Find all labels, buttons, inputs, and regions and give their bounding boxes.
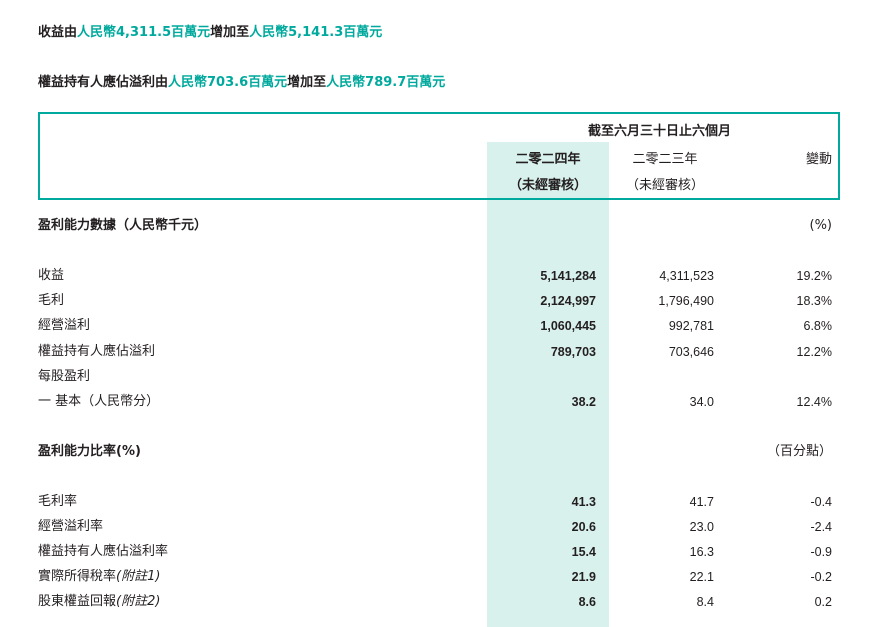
row-change: -0.2 bbox=[810, 570, 832, 584]
headline-text: 增加至 bbox=[210, 25, 250, 40]
row-label: 收益 bbox=[38, 268, 65, 283]
row-value-2023: 34.0 bbox=[689, 395, 714, 409]
headline-text: 增加至 bbox=[287, 75, 327, 90]
row-label: 一 基本（人民幣分） bbox=[38, 394, 160, 409]
section-title: 盈利能力比率(%) bbox=[38, 444, 141, 459]
headline-text: 權益持有人應佔溢利由 bbox=[38, 75, 169, 90]
row-value-2023: 1,796,490 bbox=[658, 294, 714, 308]
row-value-2023: 4,311,523 bbox=[659, 269, 714, 283]
row-label: 股東權益回報 bbox=[38, 594, 117, 609]
col-2024-subheader: （未經審核） bbox=[508, 178, 587, 193]
row-label: 經營溢利率 bbox=[38, 519, 104, 534]
row-change: -0.9 bbox=[810, 545, 832, 559]
col-2024-header: 二零二四年 bbox=[515, 152, 581, 167]
headline-revenue: 收益由人民幣4,311.5百萬元增加至人民幣5,141.3百萬元 bbox=[38, 21, 382, 40]
col-change-header: 變動 bbox=[805, 152, 832, 167]
row-label: 權益持有人應佔溢利 bbox=[38, 344, 156, 359]
row-change: 0.2 bbox=[814, 595, 832, 609]
row-change: 12.2% bbox=[796, 345, 832, 359]
footnote-ref: (附註1) bbox=[116, 569, 161, 584]
row-value-2023: 703,646 bbox=[668, 345, 714, 359]
headline-text: 收益由 bbox=[38, 25, 78, 40]
row-label: 毛利 bbox=[38, 293, 65, 308]
row-value-2024: 15.4 bbox=[571, 545, 596, 559]
row-label: 每股盈利 bbox=[38, 369, 91, 384]
section-title: 盈利能力數據（人民幣千元） bbox=[38, 218, 208, 233]
row-change: 19.2% bbox=[796, 269, 832, 283]
row-label: 權益持有人應佔溢利率 bbox=[38, 544, 169, 559]
row-value-2024: 41.3 bbox=[571, 495, 596, 509]
section-unit: （百分點） bbox=[766, 444, 832, 459]
row-value-2023: 23.0 bbox=[689, 520, 714, 534]
row-value-2024: 21.9 bbox=[571, 570, 596, 584]
section-unit: (%) bbox=[809, 218, 833, 233]
headline-value: 人民幣5,141.3百萬元 bbox=[249, 25, 383, 40]
row-value-2024: 5,141,284 bbox=[540, 269, 596, 283]
col-2023-header: 二零二三年 bbox=[632, 152, 698, 167]
row-value-2023: 22.1 bbox=[689, 570, 714, 584]
row-value-2024: 2,124,997 bbox=[540, 294, 596, 308]
row-label: 經營溢利 bbox=[38, 318, 91, 333]
row-value-2024: 1,060,445 bbox=[540, 319, 596, 333]
headline-profit: 權益持有人應佔溢利由人民幣703.6百萬元增加至人民幣789.7百萬元 bbox=[38, 71, 445, 90]
row-change: -0.4 bbox=[810, 495, 832, 509]
headline-value: 人民幣789.7百萬元 bbox=[326, 75, 446, 90]
row-value-2024: 789,703 bbox=[550, 345, 596, 359]
row-label-with-note: 股東權益回報(附註2) bbox=[38, 594, 160, 610]
row-value-2024: 38.2 bbox=[571, 395, 596, 409]
footnote-ref: (附註2) bbox=[116, 594, 161, 609]
row-value-2023: 992,781 bbox=[668, 319, 714, 333]
row-value-2024: 20.6 bbox=[571, 520, 596, 534]
row-change: 6.8% bbox=[803, 319, 833, 333]
row-value-2023: 41.7 bbox=[689, 495, 714, 509]
col-2023-subheader: （未經審核） bbox=[625, 178, 704, 193]
row-change: 18.3% bbox=[796, 294, 832, 308]
row-value-2023: 8.4 bbox=[696, 595, 714, 609]
row-change: 12.4% bbox=[796, 395, 832, 409]
row-value-2023: 16.3 bbox=[689, 545, 714, 559]
period-header: 截至六月三十日止六個月 bbox=[587, 124, 731, 139]
row-label: 毛利率 bbox=[38, 494, 78, 509]
headline-value: 人民幣703.6百萬元 bbox=[168, 75, 288, 90]
row-value-2024: 8.6 bbox=[578, 595, 596, 609]
row-label: 實際所得稅率 bbox=[38, 569, 117, 584]
headline-value: 人民幣4,311.5百萬元 bbox=[77, 25, 211, 40]
row-label-with-note: 實際所得稅率(附註1) bbox=[38, 569, 160, 585]
row-change: -2.4 bbox=[810, 520, 832, 534]
